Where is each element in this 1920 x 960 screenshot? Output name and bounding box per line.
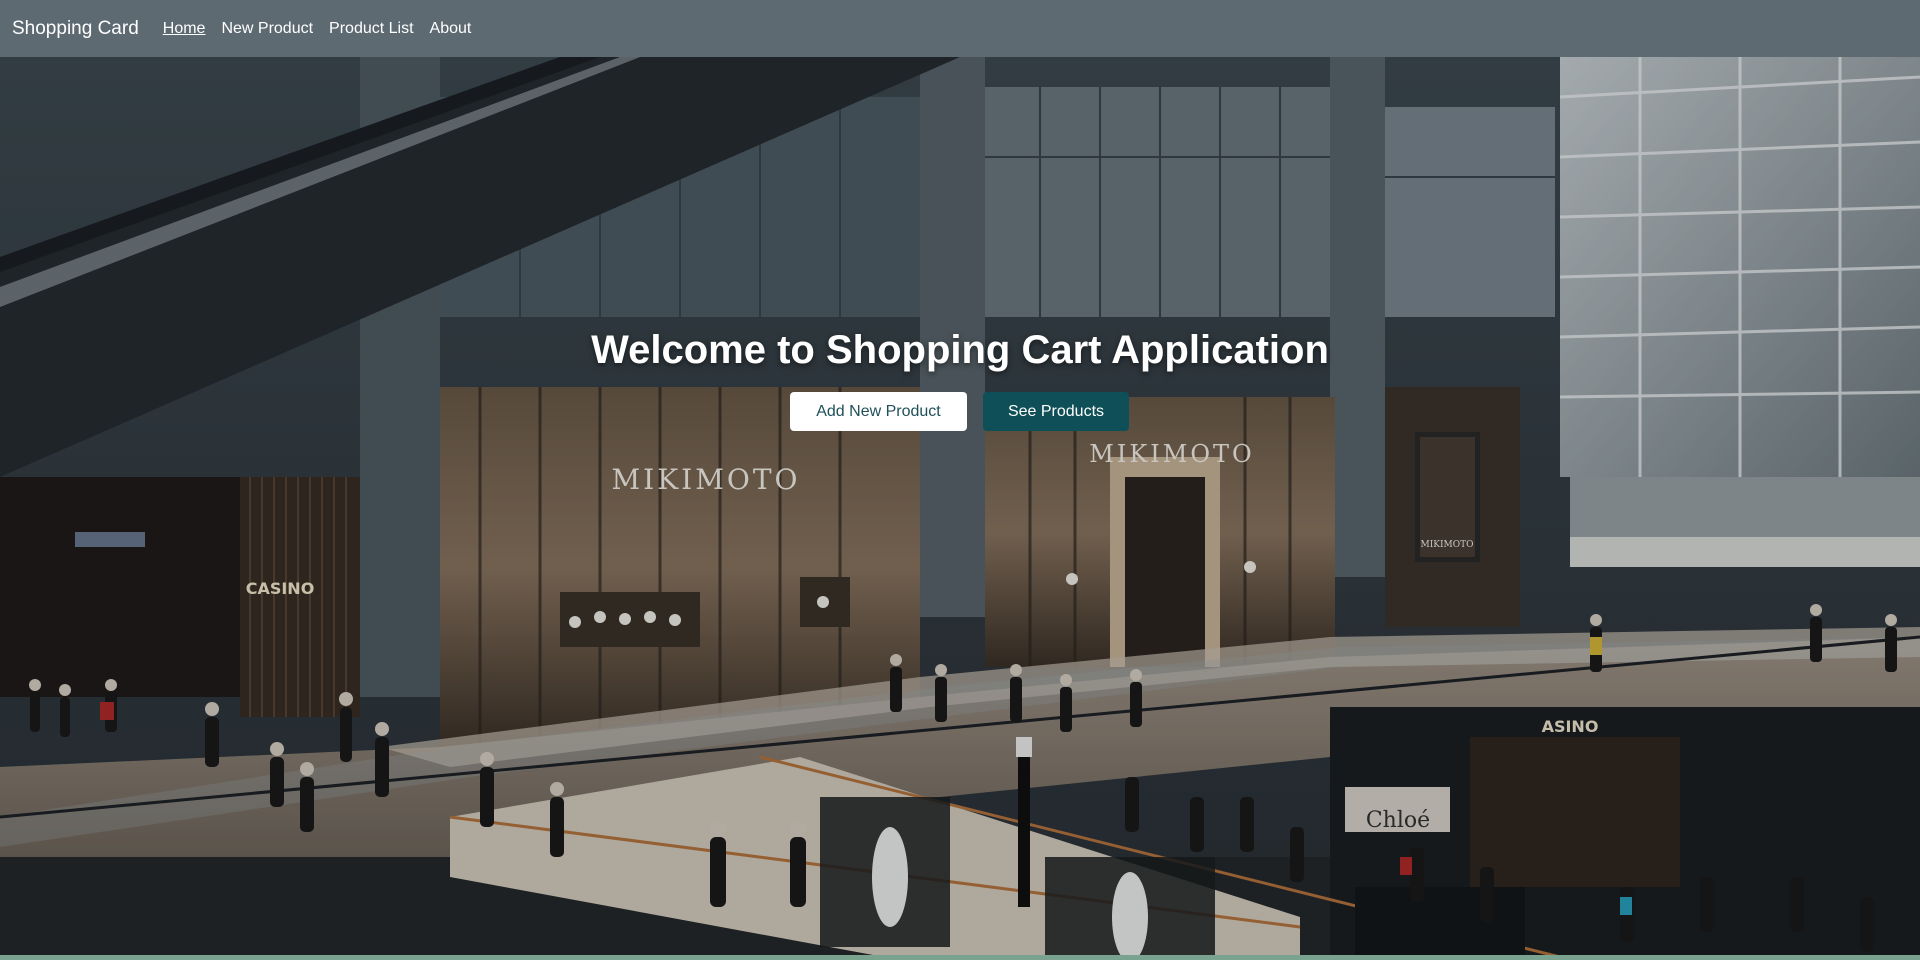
mall-interior-illustration: MIKIMOTO MIKIMOTO MIKIMOTO CASINO ASINO … — [0, 57, 1920, 960]
hero-title: Welcome to Shopping Cart Application — [591, 328, 1329, 372]
brand-link[interactable]: Shopping Card — [12, 18, 139, 40]
top-navbar: Shopping Card Home New Product Product L… — [0, 0, 1920, 57]
nav-product-list[interactable]: Product List — [329, 20, 413, 38]
add-new-product-button[interactable]: Add New Product — [790, 392, 967, 431]
nav-new-product[interactable]: New Product — [221, 20, 313, 38]
see-products-button[interactable]: See Products — [983, 392, 1129, 431]
hero-background-image: MIKIMOTO MIKIMOTO MIKIMOTO CASINO ASINO … — [0, 57, 1920, 960]
nav-home[interactable]: Home — [163, 20, 206, 38]
nav-about[interactable]: About — [430, 20, 472, 38]
bottom-strip — [0, 955, 1920, 960]
